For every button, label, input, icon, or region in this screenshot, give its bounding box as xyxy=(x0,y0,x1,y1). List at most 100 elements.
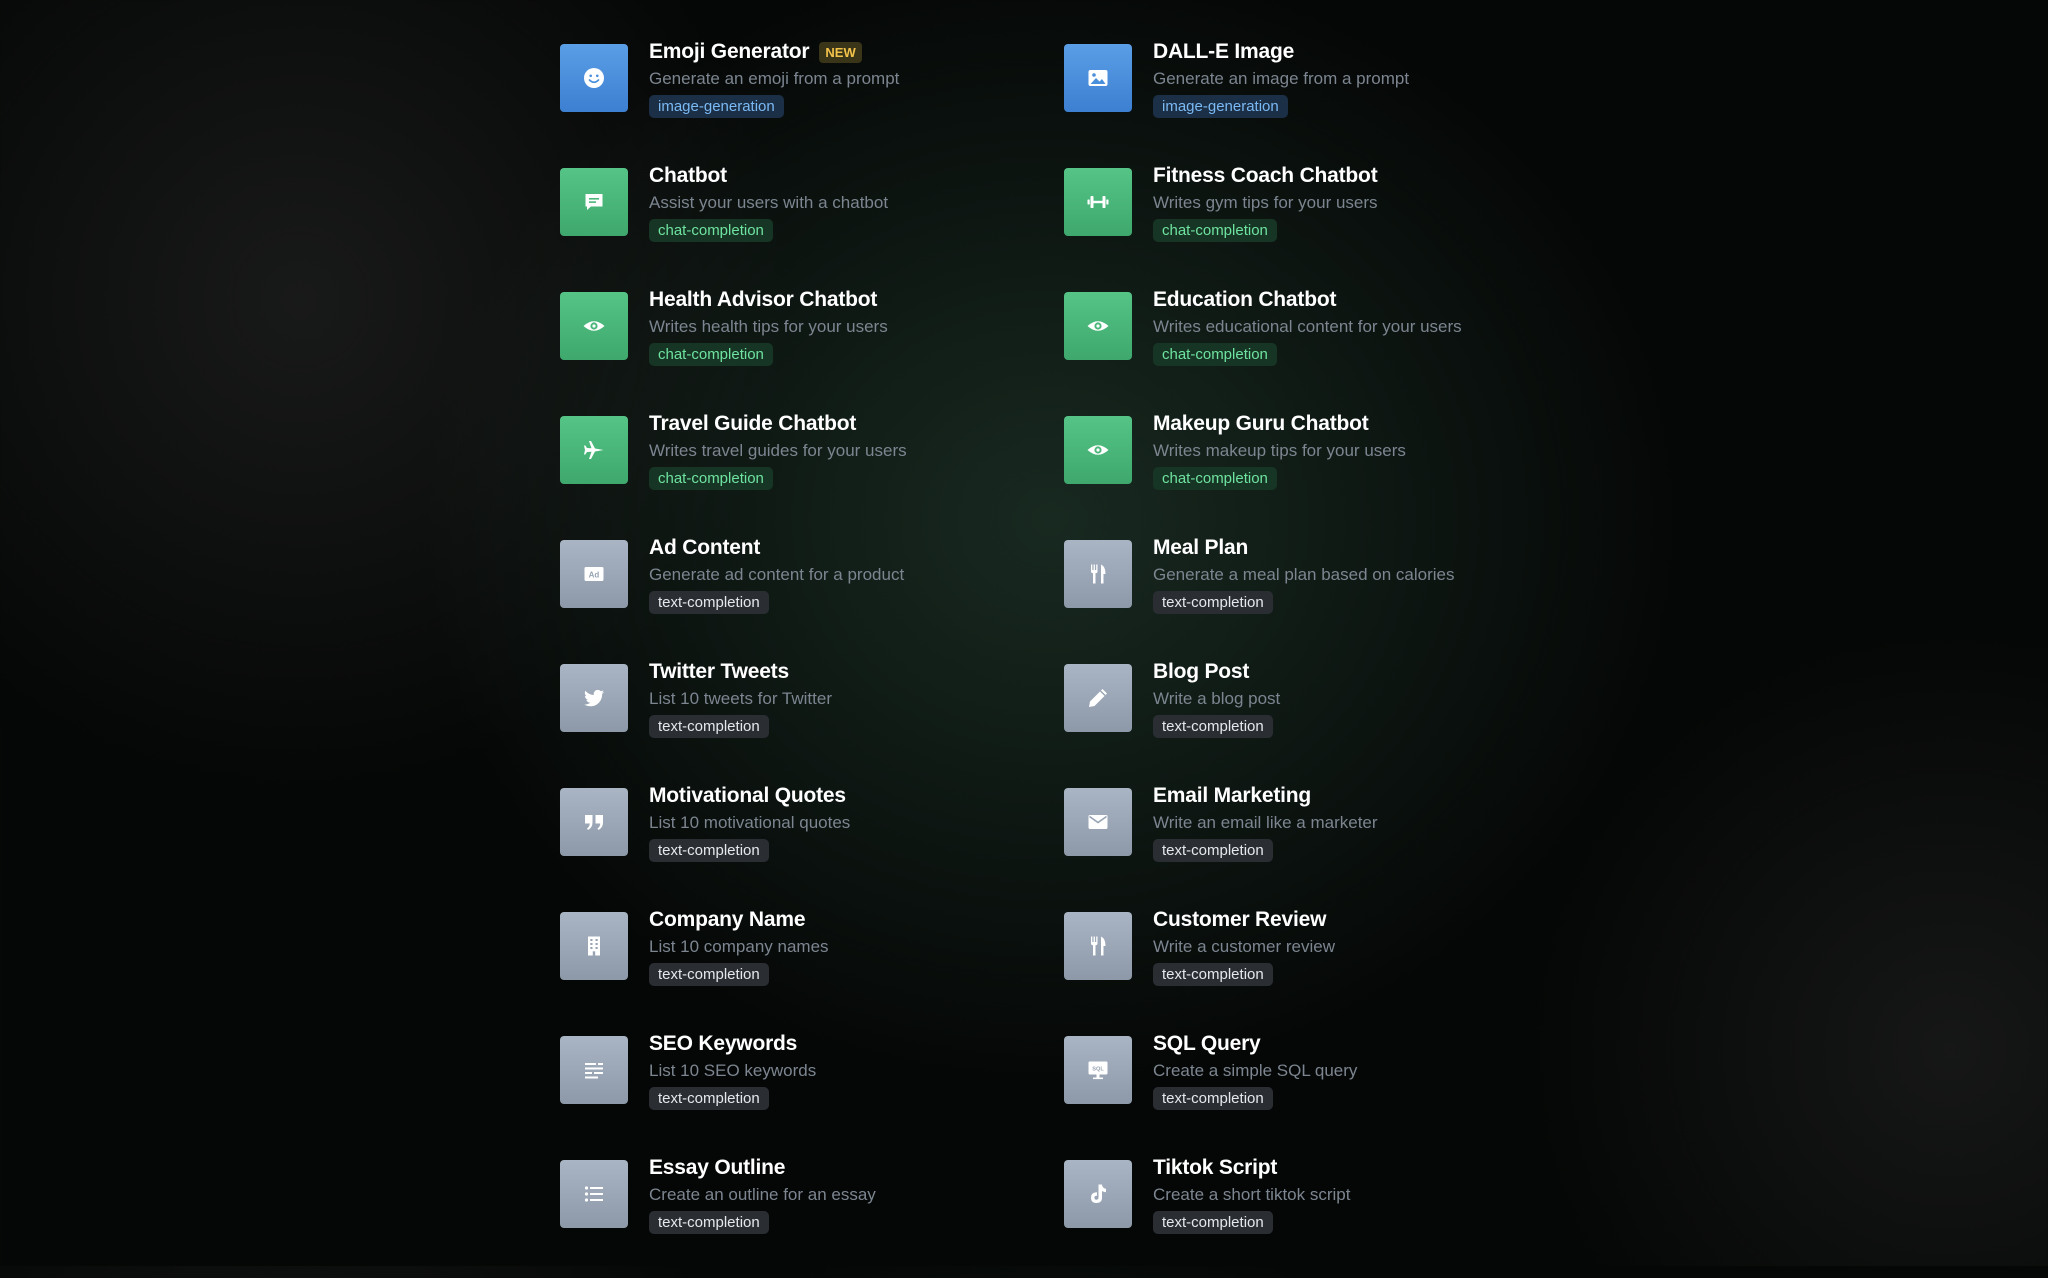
card-travel-guide-chatbot[interactable]: Travel Guide Chatbot Writes travel guide… xyxy=(560,410,1064,534)
category-tag: chat-completion xyxy=(1153,343,1277,366)
sql-monitor-icon: SQL xyxy=(1064,1036,1132,1104)
card-description: Writes health tips for your users xyxy=(649,317,888,336)
card-title: Travel Guide Chatbot xyxy=(649,412,857,435)
card-description: List 10 company names xyxy=(649,937,829,956)
card-description: Assist your users with a chatbot xyxy=(649,193,889,212)
chat-bubble-icon xyxy=(560,168,628,236)
category-tag: text-completion xyxy=(649,839,769,862)
app-card-grid: Emoji Generator NEW Generate an emoji fr… xyxy=(560,38,1568,1278)
card-title: Emoji Generator xyxy=(649,40,810,63)
category-tag: text-completion xyxy=(649,591,769,614)
card-title: Company Name xyxy=(649,908,806,931)
card-customer-review[interactable]: Customer Review Write a customer review … xyxy=(1064,906,1568,1030)
card-description: Writes educational content for your user… xyxy=(1153,317,1462,336)
card-description: Writes makeup tips for your users xyxy=(1153,441,1406,460)
card-description: List 10 motivational quotes xyxy=(649,813,851,832)
card-twitter-tweets[interactable]: Twitter Tweets List 10 tweets for Twitte… xyxy=(560,658,1064,782)
utensils-icon xyxy=(1064,912,1132,980)
card-tiktok-script[interactable]: Tiktok Script Create a short tiktok scri… xyxy=(1064,1154,1568,1278)
card-email-marketing[interactable]: Email Marketing Write an email like a ma… xyxy=(1064,782,1568,906)
category-tag: text-completion xyxy=(649,963,769,986)
list-icon xyxy=(560,1160,628,1228)
card-description: Write a blog post xyxy=(1153,689,1281,708)
card-chatbot[interactable]: Chatbot Assist your users with a chatbot… xyxy=(560,162,1064,286)
category-tag: text-completion xyxy=(649,1087,769,1110)
card-sql-query[interactable]: SQL SQL Query Create a simple SQL query … xyxy=(1064,1030,1568,1154)
card-description: Write an email like a marketer xyxy=(1153,813,1378,832)
category-tag: text-completion xyxy=(649,715,769,738)
category-tag: chat-completion xyxy=(649,467,773,490)
category-tag: chat-completion xyxy=(649,219,773,242)
airplane-icon xyxy=(560,416,628,484)
category-tag: text-completion xyxy=(1153,1087,1273,1110)
card-seo-keywords[interactable]: SEO Keywords List 10 SEO keywords text-c… xyxy=(560,1030,1064,1154)
category-tag: chat-completion xyxy=(649,343,773,366)
card-description: Generate an image from a prompt xyxy=(1153,69,1410,88)
card-title: Motivational Quotes xyxy=(649,784,846,807)
category-tag: text-completion xyxy=(1153,1211,1273,1234)
card-title: Meal Plan xyxy=(1153,536,1249,559)
card-title: Essay Outline xyxy=(649,1156,786,1179)
card-fitness-coach-chatbot[interactable]: Fitness Coach Chatbot Writes gym tips fo… xyxy=(1064,162,1568,286)
card-description: Create a simple SQL query xyxy=(1153,1061,1358,1080)
utensils-icon xyxy=(1064,540,1132,608)
card-dalle-image[interactable]: DALL-E Image Generate an image from a pr… xyxy=(1064,38,1568,162)
category-tag: text-completion xyxy=(1153,839,1273,862)
envelope-icon xyxy=(1064,788,1132,856)
svg-text:Ad: Ad xyxy=(589,570,600,579)
card-makeup-guru-chatbot[interactable]: Makeup Guru Chatbot Writes makeup tips f… xyxy=(1064,410,1568,534)
category-tag: image-generation xyxy=(1153,95,1288,118)
twitter-bird-icon xyxy=(560,664,628,732)
tiktok-icon xyxy=(1064,1160,1132,1228)
ad-icon: Ad xyxy=(560,540,628,608)
text-lines-icon xyxy=(560,1036,628,1104)
card-title: Fitness Coach Chatbot xyxy=(1153,164,1378,187)
card-title: DALL-E Image xyxy=(1153,40,1295,63)
image-icon xyxy=(1064,44,1132,112)
card-description: Writes gym tips for your users xyxy=(1153,193,1378,212)
card-ad-content[interactable]: Ad Ad Content Generate ad content for a … xyxy=(560,534,1064,658)
card-health-advisor-chatbot[interactable]: Health Advisor Chatbot Writes health tip… xyxy=(560,286,1064,410)
smiley-icon xyxy=(560,44,628,112)
card-description: Write a customer review xyxy=(1153,937,1336,956)
card-description: List 10 SEO keywords xyxy=(649,1061,817,1080)
card-description: Create an outline for an essay xyxy=(649,1185,876,1204)
category-tag: chat-completion xyxy=(1153,219,1277,242)
category-tag: chat-completion xyxy=(1153,467,1277,490)
new-badge: NEW xyxy=(819,41,862,63)
card-description: Generate an emoji from a prompt xyxy=(649,69,900,88)
card-description: Writes travel guides for your users xyxy=(649,441,907,460)
card-blog-post[interactable]: Blog Post Write a blog post text-complet… xyxy=(1064,658,1568,782)
eye-icon xyxy=(1064,416,1132,484)
card-title: SQL Query xyxy=(1153,1032,1261,1055)
card-essay-outline[interactable]: Essay Outline Create an outline for an e… xyxy=(560,1154,1064,1278)
card-meal-plan[interactable]: Meal Plan Generate a meal plan based on … xyxy=(1064,534,1568,658)
card-description: List 10 tweets for Twitter xyxy=(649,689,832,708)
card-description: Create a short tiktok script xyxy=(1153,1185,1351,1204)
quote-icon xyxy=(560,788,628,856)
card-title: Customer Review xyxy=(1153,908,1327,931)
card-title: Ad Content xyxy=(649,536,761,559)
category-tag: image-generation xyxy=(649,95,784,118)
card-title: Tiktok Script xyxy=(1153,1156,1278,1179)
svg-text:SQL: SQL xyxy=(1092,1067,1104,1073)
eye-icon xyxy=(1064,292,1132,360)
card-title: Blog Post xyxy=(1153,660,1250,683)
card-motivational-quotes[interactable]: Motivational Quotes List 10 motivational… xyxy=(560,782,1064,906)
card-title: Makeup Guru Chatbot xyxy=(1153,412,1369,435)
card-description: Generate ad content for a product xyxy=(649,565,905,584)
category-tag: text-completion xyxy=(649,1211,769,1234)
dumbbell-icon xyxy=(1064,168,1132,236)
card-title: Education Chatbot xyxy=(1153,288,1337,311)
card-emoji-generator[interactable]: Emoji Generator NEW Generate an emoji fr… xyxy=(560,38,1064,162)
eye-icon xyxy=(560,292,628,360)
card-title: Email Marketing xyxy=(1153,784,1312,807)
card-title: Chatbot xyxy=(649,164,727,187)
card-title: SEO Keywords xyxy=(649,1032,798,1055)
pencil-icon xyxy=(1064,664,1132,732)
card-education-chatbot[interactable]: Education Chatbot Writes educational con… xyxy=(1064,286,1568,410)
card-company-name[interactable]: Company Name List 10 company names text-… xyxy=(560,906,1064,1030)
building-icon xyxy=(560,912,628,980)
category-tag: text-completion xyxy=(1153,715,1273,738)
category-tag: text-completion xyxy=(1153,963,1273,986)
